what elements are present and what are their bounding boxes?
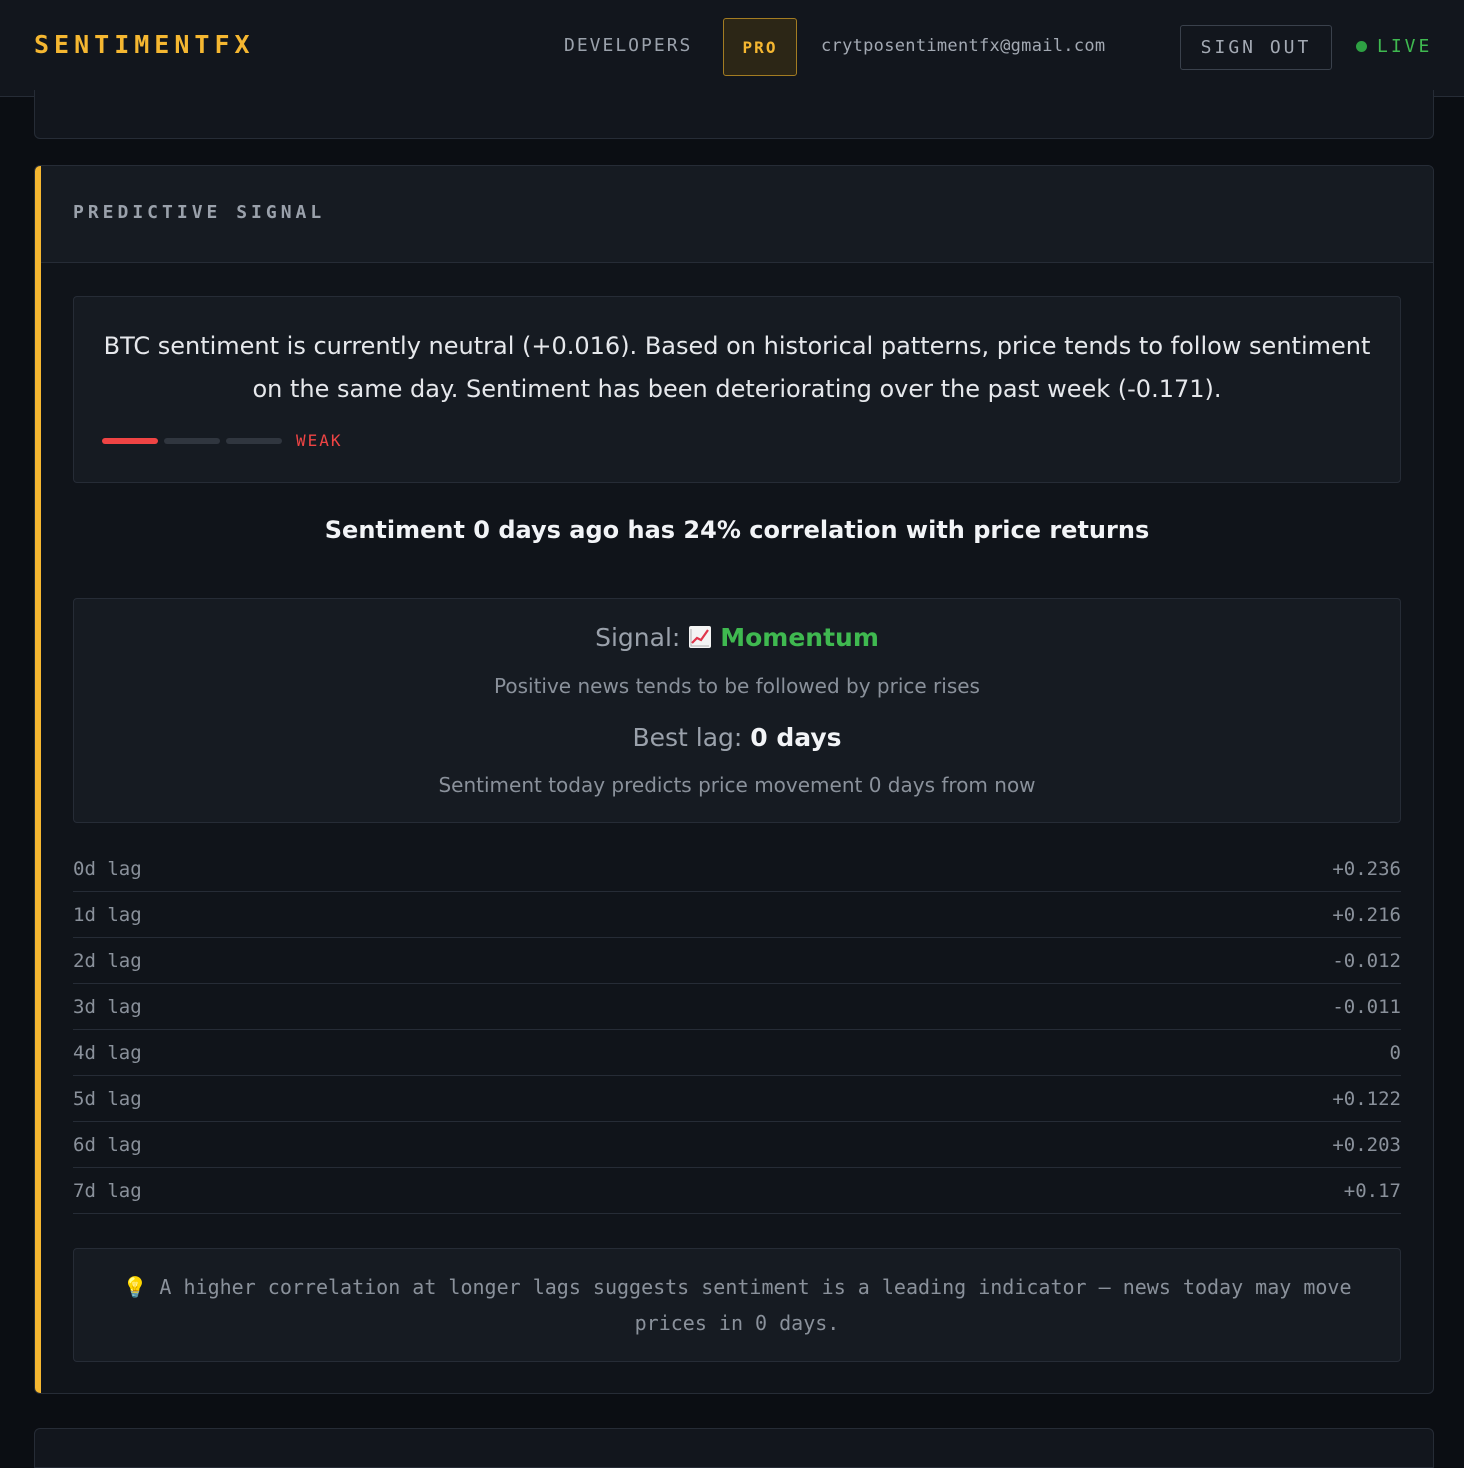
lag-label: 6d lag [73, 1133, 142, 1156]
best-lag-line: Best lag: 0 days [74, 723, 1400, 752]
top-nav-bar: SENTIMENTFX DEVELOPERS PRO crytposentime… [0, 0, 1464, 97]
brand-logo[interactable]: SENTIMENTFX [34, 30, 255, 59]
signal-line: Signal: Momentum [74, 623, 1400, 652]
strength-segment [102, 437, 158, 444]
developers-link[interactable]: DEVELOPERS [564, 35, 692, 56]
lag-value: -0.012 [1332, 949, 1401, 972]
lag-label: 0d lag [73, 857, 142, 880]
lightbulb-icon: 💡 [122, 1275, 148, 1299]
live-status: LIVE [1356, 36, 1432, 57]
lag-value: +0.122 [1332, 1087, 1401, 1110]
card-title: PREDICTIVE SIGNAL [73, 202, 326, 223]
strength-label: WEAK [296, 431, 343, 450]
summary-box: BTC sentiment is currently neutral (+0.0… [73, 296, 1401, 483]
live-label: LIVE [1377, 36, 1433, 57]
best-lag-label: Best lag: [632, 723, 743, 752]
signal-box: Signal: Momentum Positive news tends to … [73, 598, 1401, 823]
card-header: PREDICTIVE SIGNAL [41, 166, 1433, 263]
lag-value: +0.203 [1332, 1133, 1401, 1156]
pro-badge[interactable]: PRO [723, 18, 797, 76]
card-accent-bar [35, 166, 41, 1393]
signal-value: Momentum [720, 623, 879, 652]
correlation-headline: Sentiment 0 days ago has 24% correlation… [324, 516, 1150, 544]
table-row: 2d lag -0.012 [73, 938, 1401, 984]
next-card [34, 1428, 1434, 1468]
lag-label: 5d lag [73, 1087, 142, 1110]
table-row: 1d lag +0.216 [73, 892, 1401, 938]
signal-label: Signal: [595, 623, 681, 652]
tip-box: 💡 A higher correlation at longer lags sug… [73, 1248, 1401, 1362]
user-email: crytposentimentfx@gmail.com [821, 36, 1106, 56]
lag-value: +0.17 [1343, 1179, 1401, 1202]
table-row: 5d lag +0.122 [73, 1076, 1401, 1122]
tip-text: A higher correlation at longer lags sugg… [159, 1275, 1352, 1335]
lag-label: 4d lag [73, 1041, 142, 1064]
table-row: 6d lag +0.203 [73, 1122, 1401, 1168]
table-row: 4d lag 0 [73, 1030, 1401, 1076]
strength-meter: WEAK [102, 431, 343, 450]
lag-label: 1d lag [73, 903, 142, 926]
strength-segment [164, 437, 220, 444]
table-row: 3d lag -0.011 [73, 984, 1401, 1030]
lag-value: +0.216 [1332, 903, 1401, 926]
lag-value: -0.011 [1332, 995, 1401, 1018]
predictive-signal-card: PREDICTIVE SIGNAL BTC sentiment is curre… [34, 165, 1434, 1394]
lag-correlation-table: 0d lag +0.236 1d lag +0.216 2d lag -0.01… [73, 846, 1401, 1214]
lag-label: 7d lag [73, 1179, 142, 1202]
lag-value: +0.236 [1332, 857, 1401, 880]
table-row: 7d lag +0.17 [73, 1168, 1401, 1214]
lag-label: 2d lag [73, 949, 142, 972]
tip-content: 💡 A higher correlation at longer lags sug… [104, 1269, 1370, 1341]
strength-segment [226, 437, 282, 444]
chart-increasing-icon [688, 623, 720, 652]
live-dot-icon [1356, 41, 1367, 52]
signal-description: Positive news tends to be followed by pr… [494, 674, 980, 698]
lag-value: 0 [1389, 1041, 1401, 1064]
previous-card [34, 90, 1434, 139]
summary-text: BTC sentiment is currently neutral (+0.0… [103, 332, 1371, 403]
lag-label: 3d lag [73, 995, 142, 1018]
sign-out-button[interactable]: SIGN OUT [1180, 25, 1332, 70]
table-row: 0d lag +0.236 [73, 846, 1401, 892]
best-lag-description: Sentiment today predicts price movement … [438, 773, 1036, 797]
best-lag-value: 0 days [750, 723, 842, 752]
